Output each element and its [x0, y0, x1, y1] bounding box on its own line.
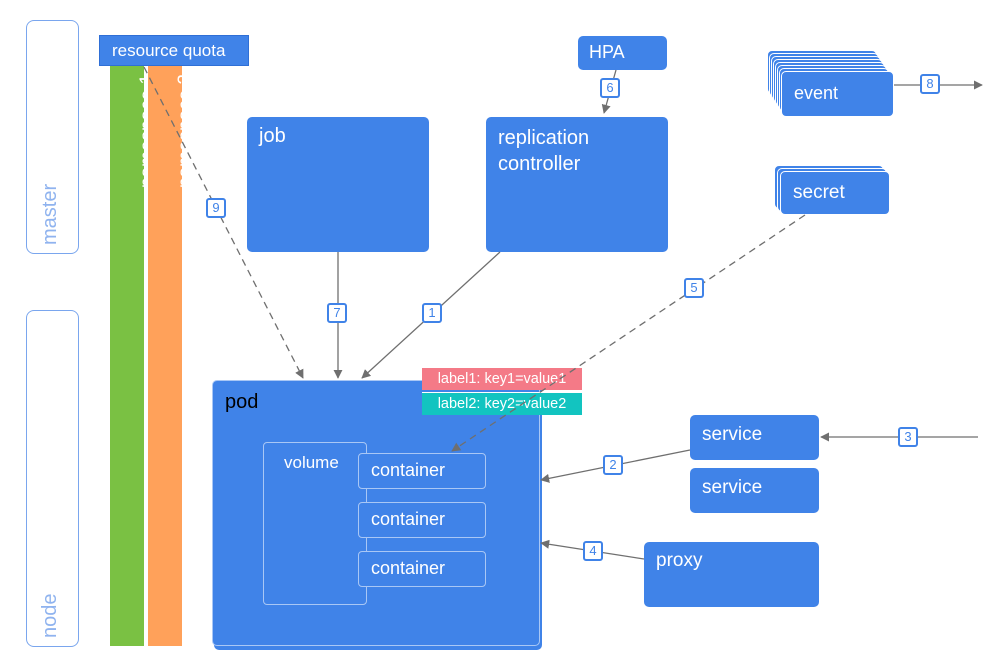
label-tag-2: label2: key2=value2: [422, 392, 582, 415]
job-box[interactable]: job: [247, 117, 429, 252]
edge-badge-5: 5: [684, 278, 704, 298]
container-box[interactable]: container: [358, 453, 486, 489]
hpa-box[interactable]: HPA: [578, 36, 667, 70]
service-box-2[interactable]: service: [690, 468, 819, 513]
secret-stack[interactable]: secret: [774, 165, 894, 217]
replication-controller-label-line2: controller: [498, 153, 581, 175]
edge-badge-6: 6: [600, 78, 620, 98]
master-tier: master: [26, 20, 79, 254]
label-tag-1: label1: key1=value1: [422, 368, 582, 390]
container-box[interactable]: container: [358, 502, 486, 538]
event-label: event: [794, 83, 839, 103]
resource-quota-label: resource quota: [112, 41, 226, 60]
container-label: container: [371, 558, 446, 578]
event-box: event: [781, 71, 894, 117]
proxy-box[interactable]: proxy: [644, 542, 819, 607]
edge-badge-7: 7: [327, 303, 347, 323]
replication-controller-box[interactable]: replication controller: [486, 117, 668, 252]
secret-box: secret: [780, 171, 890, 215]
hpa-label: HPA: [589, 42, 625, 62]
edge-badge-1: 1: [422, 303, 442, 323]
secret-label: secret: [793, 182, 845, 203]
namespace-2-label: namespace 2: [175, 74, 196, 189]
replication-controller-label-line1: replication: [498, 127, 590, 149]
job-label: job: [259, 125, 286, 147]
edge-badge-4: 4: [583, 541, 603, 561]
service-label-2: service: [702, 477, 763, 498]
namespace-1-bar: namespace 1: [110, 66, 158, 646]
volume-label: volume: [284, 453, 339, 472]
container-box[interactable]: container: [358, 551, 486, 587]
edge-badge-9: 9: [206, 198, 226, 218]
container-label: container: [371, 509, 446, 529]
service-box-1[interactable]: service: [690, 415, 819, 460]
node-tier: node: [26, 310, 79, 647]
event-stack[interactable]: event: [767, 50, 897, 120]
resource-quota-box[interactable]: resource quota: [99, 35, 249, 66]
proxy-label: proxy: [656, 550, 703, 571]
pod-label: pod: [225, 391, 259, 413]
volume-box[interactable]: volume: [263, 442, 367, 605]
service-label-1: service: [702, 424, 763, 445]
edge-badge-2: 2: [603, 455, 623, 475]
namespace-2-bar: namespace 2: [148, 66, 196, 646]
edge-badge-8: 8: [920, 74, 940, 94]
node-label: node: [38, 593, 61, 639]
container-label: container: [371, 460, 446, 480]
master-label: master: [38, 183, 61, 245]
edge-badge-3: 3: [898, 427, 918, 447]
